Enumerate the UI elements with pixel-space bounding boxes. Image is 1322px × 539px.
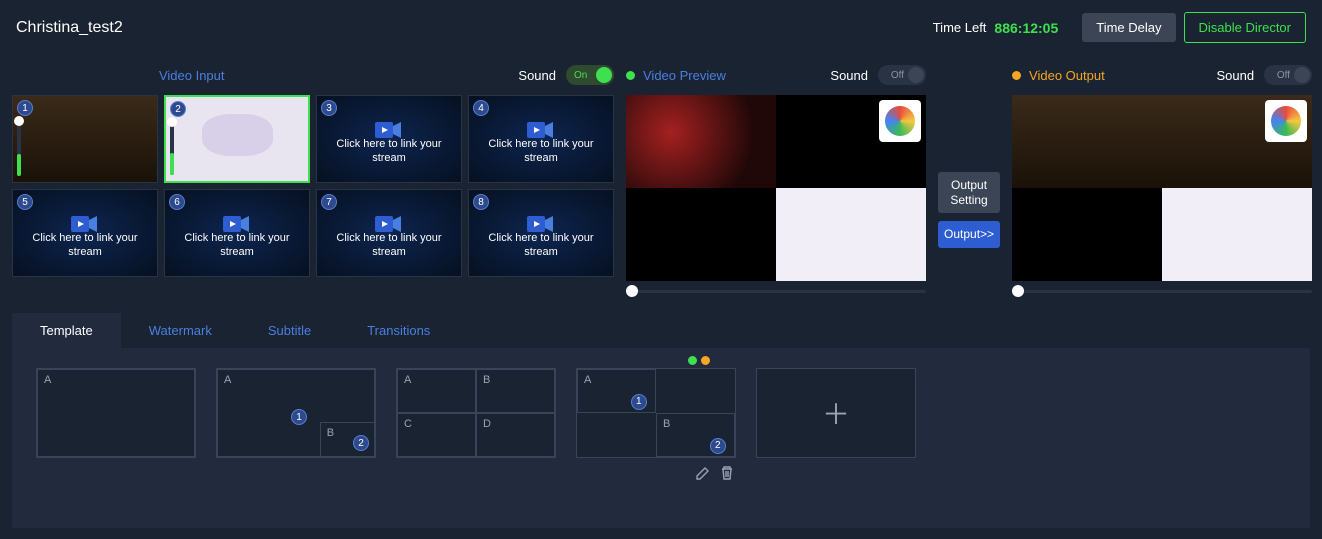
tile-number: 1 bbox=[17, 100, 33, 116]
template-status-dots bbox=[688, 356, 710, 365]
input-sound-label: Sound bbox=[518, 68, 556, 83]
time-left-label: Time Left bbox=[933, 20, 987, 35]
video-input-header: Video Input Sound On bbox=[12, 61, 614, 89]
camera-icon bbox=[375, 214, 403, 236]
main-area: Video Input Sound On 1 2 3Click here to li… bbox=[0, 55, 1322, 299]
output-sound-label: Sound bbox=[1216, 68, 1254, 83]
output-status-dot bbox=[1012, 71, 1021, 80]
time-delay-button[interactable]: Time Delay bbox=[1082, 13, 1175, 42]
preview-sound-toggle[interactable]: Off bbox=[878, 65, 926, 85]
camera-icon bbox=[527, 214, 555, 236]
logo-icon bbox=[879, 100, 921, 142]
template-badge: 1 bbox=[631, 394, 647, 410]
header: Christina_test2 Time Left 886:12:05 Time… bbox=[0, 0, 1322, 55]
tab-transitions[interactable]: Transitions bbox=[339, 313, 458, 348]
time-left-value: 886:12:05 bbox=[994, 20, 1058, 36]
input-tile-5[interactable]: 5Click here to link your stream bbox=[12, 189, 158, 277]
template-cell: A bbox=[37, 369, 195, 457]
edit-icon[interactable] bbox=[695, 465, 711, 481]
templates-row: AAB21ABCDA1B2＋ bbox=[36, 368, 1286, 458]
camera-icon bbox=[375, 120, 403, 142]
delete-icon[interactable] bbox=[719, 465, 735, 481]
input-tile-8[interactable]: 8Click here to link your stream bbox=[468, 189, 614, 277]
template-actions bbox=[695, 465, 735, 481]
input-tile-2[interactable]: 2 bbox=[164, 95, 310, 183]
template-cell: B bbox=[476, 369, 555, 413]
video-output-header: Video Output Sound Off bbox=[1012, 61, 1312, 89]
preview-sound-label: Sound bbox=[830, 68, 868, 83]
tile-number: 4 bbox=[473, 100, 489, 116]
tile-number: 2 bbox=[170, 101, 186, 117]
input-grid: 1 2 3Click here to link your stream4Click … bbox=[12, 95, 614, 277]
tile-number: 5 bbox=[17, 194, 33, 210]
template-area: AAB21ABCDA1B2＋ bbox=[12, 348, 1310, 528]
tab-template[interactable]: Template bbox=[12, 313, 121, 348]
camera-icon bbox=[71, 214, 99, 236]
camera-icon bbox=[527, 120, 555, 142]
section-video-input: Video Input Sound On 1 2 3Click here to li… bbox=[12, 61, 614, 299]
section-video-output: Video Output Sound Off bbox=[1012, 61, 1312, 299]
input-tile-4[interactable]: 4Click here to link your stream bbox=[468, 95, 614, 183]
template-badge: 2 bbox=[710, 438, 726, 454]
volume-slider[interactable] bbox=[170, 121, 174, 175]
input-sound-toggle[interactable]: On bbox=[566, 65, 614, 85]
output-video[interactable] bbox=[1012, 95, 1312, 281]
template-badge: 1 bbox=[291, 409, 307, 425]
input-tile-7[interactable]: 7Click here to link your stream bbox=[316, 189, 462, 277]
preview-seek[interactable] bbox=[626, 283, 926, 299]
output-go-button[interactable]: Output>> bbox=[938, 221, 1000, 247]
input-tile-3[interactable]: 3Click here to link your stream bbox=[316, 95, 462, 183]
tab-watermark[interactable]: Watermark bbox=[121, 313, 240, 348]
tabs: TemplateWatermarkSubtitleTransitions bbox=[12, 313, 1310, 348]
video-output-title: Video Output bbox=[1029, 68, 1105, 83]
video-input-title: Video Input bbox=[159, 68, 225, 83]
add-template-button[interactable]: ＋ bbox=[756, 368, 916, 458]
template-card-1[interactable]: A bbox=[36, 368, 196, 458]
template-card-4[interactable]: A1B2 bbox=[576, 368, 736, 458]
output-setting-button[interactable]: Output Setting bbox=[938, 172, 1000, 213]
volume-slider[interactable] bbox=[17, 120, 21, 176]
page-title: Christina_test2 bbox=[16, 19, 123, 37]
template-card-2[interactable]: AB21 bbox=[216, 368, 376, 458]
disable-director-button[interactable]: Disable Director bbox=[1184, 12, 1306, 43]
input-tile-6[interactable]: 6Click here to link your stream bbox=[164, 189, 310, 277]
template-card-3[interactable]: ABCD bbox=[396, 368, 556, 458]
preview-status-dot bbox=[626, 71, 635, 80]
tile-number: 7 bbox=[321, 194, 337, 210]
logo-icon bbox=[1265, 100, 1307, 142]
tile-number: 6 bbox=[169, 194, 185, 210]
template-cell: D bbox=[476, 413, 555, 457]
preview-video[interactable] bbox=[626, 95, 926, 281]
output-seek[interactable] bbox=[1012, 283, 1312, 299]
plus-icon: ＋ bbox=[822, 393, 850, 433]
section-video-preview: Video Preview Sound Off bbox=[626, 61, 926, 299]
tab-subtitle[interactable]: Subtitle bbox=[240, 313, 339, 348]
tile-number: 3 bbox=[321, 100, 337, 116]
video-preview-title: Video Preview bbox=[643, 68, 726, 83]
camera-icon bbox=[223, 214, 251, 236]
tile-number: 8 bbox=[473, 194, 489, 210]
template-cell: C bbox=[397, 413, 476, 457]
output-sound-toggle[interactable]: Off bbox=[1264, 65, 1312, 85]
lower-panel: TemplateWatermarkSubtitleTransitions AAB… bbox=[0, 313, 1322, 528]
template-badge: 2 bbox=[353, 435, 369, 451]
section-controls: Output Setting Output>> bbox=[938, 61, 1000, 299]
video-preview-header: Video Preview Sound Off bbox=[626, 61, 926, 89]
input-tile-1[interactable]: 1 bbox=[12, 95, 158, 183]
template-cell: A bbox=[397, 369, 476, 413]
